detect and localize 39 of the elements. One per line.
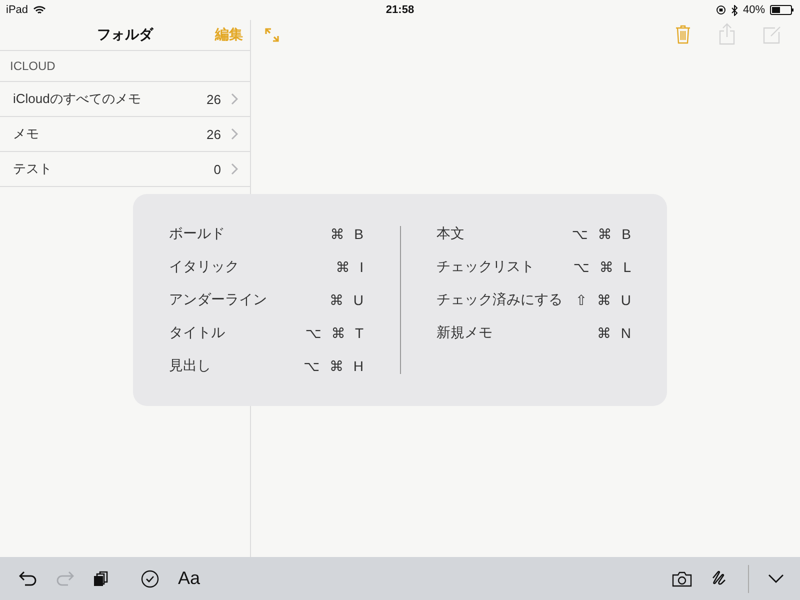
clock-time: 21:58 (386, 4, 414, 16)
shortcut-label: ボールド (169, 225, 225, 243)
shortcut-label: アンダーライン (169, 291, 267, 309)
format-button[interactable]: Aa (178, 568, 200, 589)
chevron-icon (231, 163, 238, 175)
shortcut-label: イタリック (169, 258, 239, 276)
shortcut-keys: ⌥ ⌘ T (305, 324, 364, 342)
shortcut-keys: ⌘ I (336, 258, 364, 276)
shortcut-keys: ⌥ ⌘ L (573, 258, 631, 276)
section-header: ICLOUD (10, 59, 56, 73)
shortcut-keys: ⌥ ⌘ H (303, 358, 364, 374)
shortcut-keys: ⌘ N (597, 324, 631, 342)
shortcut-label: 新規メモ (436, 324, 492, 342)
camera-icon[interactable] (672, 570, 692, 586)
bluetooth-icon (730, 4, 738, 16)
device-name: iPad (6, 4, 28, 16)
shortcut-label: 本文 (436, 225, 464, 243)
folder-row[interactable]: iCloudのすべてのメモ 26 (0, 82, 250, 117)
folder-row[interactable]: メモ 26 (0, 117, 250, 152)
shortcut-keys: ⇧ ⌘ U (575, 292, 631, 308)
shortcut-keys: ⌘ B (330, 226, 364, 242)
checklist-icon[interactable] (141, 570, 159, 588)
rotation-lock-icon (716, 5, 726, 15)
shortcut-label: チェック済みにする (436, 291, 562, 309)
wifi-icon (33, 5, 46, 15)
chevron-icon (231, 128, 238, 140)
collapse-icon[interactable] (768, 574, 784, 583)
shortcut-label: チェックリスト (436, 258, 534, 276)
battery-percent: 40% (742, 4, 765, 16)
sidebar-title: フォルダ (97, 26, 153, 44)
shortcut-keys: ⌘ U (330, 292, 364, 308)
battery-icon (770, 5, 794, 15)
shortcut-keys: ⌥ ⌘ B (572, 226, 631, 242)
copy-icon[interactable] (93, 570, 108, 586)
shortcut-label: 見出し (169, 357, 211, 375)
shortcut-label: タイトル (169, 324, 225, 342)
folder-row[interactable]: テスト 0 (0, 152, 250, 187)
chevron-icon (231, 93, 238, 105)
undo-icon[interactable] (19, 570, 37, 586)
